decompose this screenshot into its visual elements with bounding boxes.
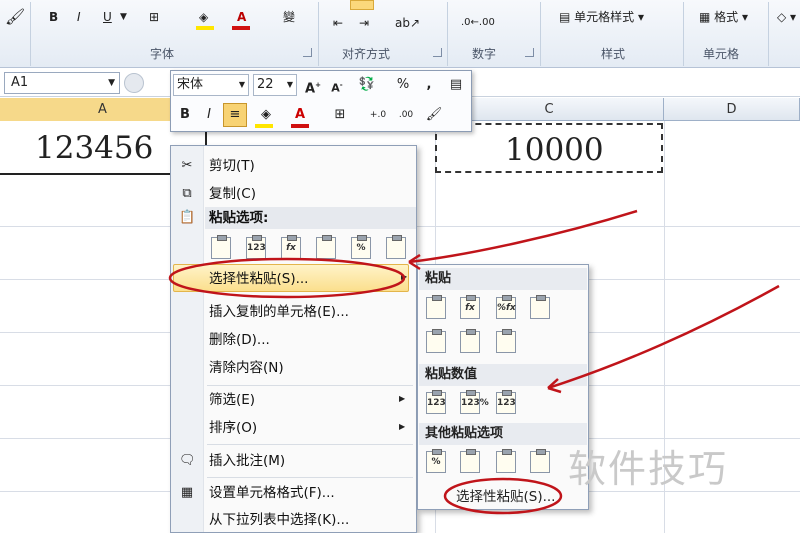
annotation-arrow-2 [547,284,780,390]
annotation-circle-paste-special [168,257,406,299]
annotation-circle-submenu-special [443,477,563,515]
annotation-overlay [168,209,780,515]
annotation-arrow-1 [408,209,638,264]
